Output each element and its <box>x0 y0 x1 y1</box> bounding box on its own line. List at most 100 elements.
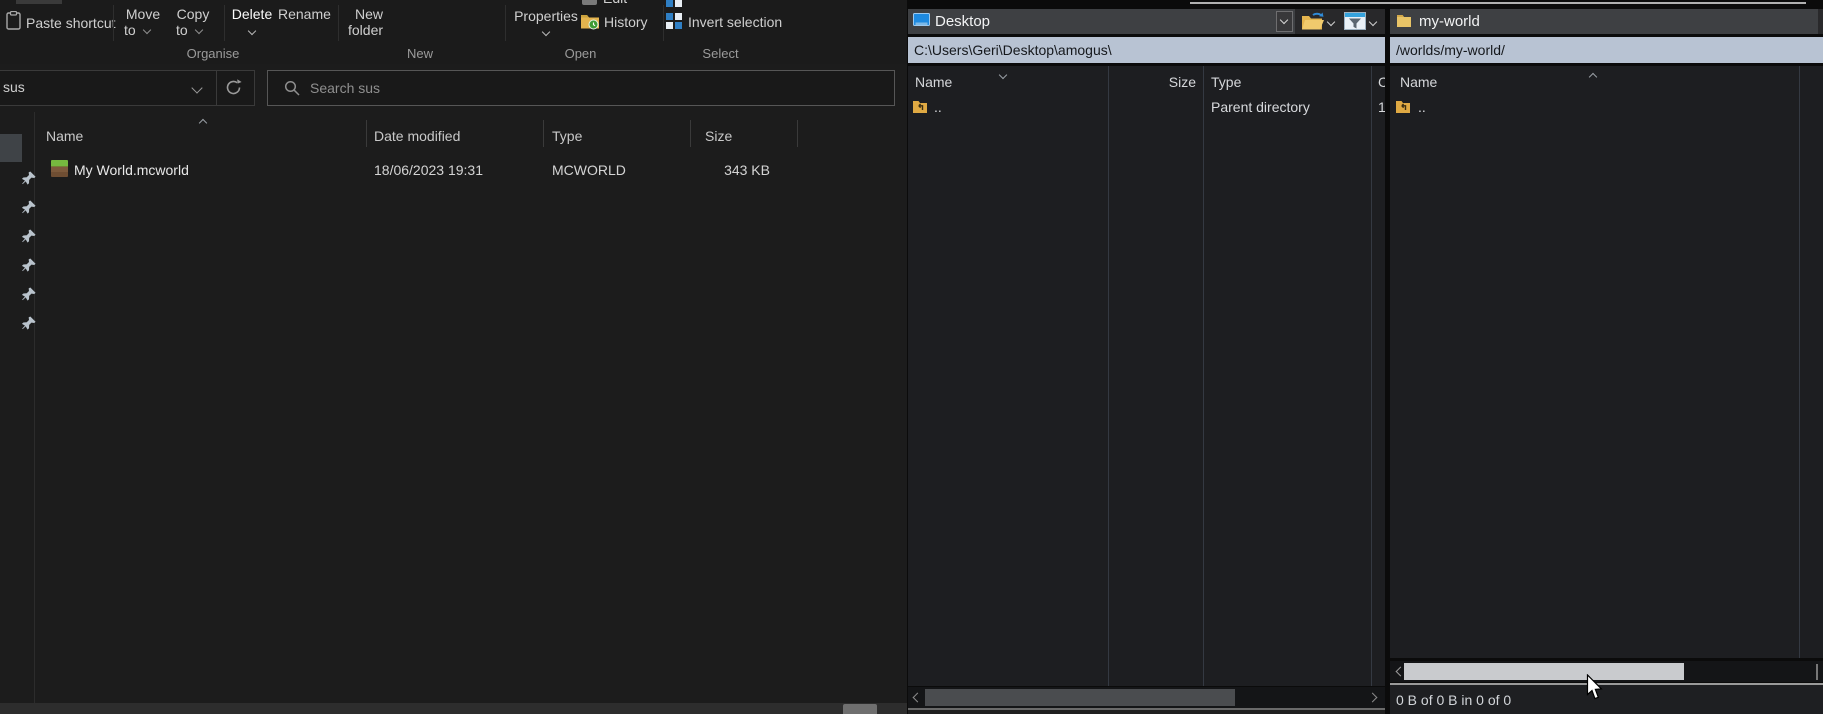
column-header-name[interactable]: Name <box>1400 74 1437 90</box>
scrollbar-end-cap <box>1816 664 1818 680</box>
pin-icon[interactable] <box>22 229 36 243</box>
chevron-down-icon <box>1369 18 1377 26</box>
remote-file-list[interactable]: Name .. <box>1390 66 1823 658</box>
chevron-down-icon <box>1327 18 1335 26</box>
address-path-fragment: sus <box>3 79 25 95</box>
remote-directory-label: my-world <box>1419 13 1480 30</box>
column-divider[interactable] <box>1799 66 1800 658</box>
pin-icon[interactable] <box>22 171 36 185</box>
scrollbar-thumb[interactable] <box>843 704 877 714</box>
file-type: MCWORLD <box>552 162 626 178</box>
column-header-changed-clipped[interactable]: C <box>1378 74 1385 90</box>
paste-shortcut-button[interactable]: Paste shortcut <box>2 8 106 38</box>
pin-icon[interactable] <box>22 258 36 272</box>
remote-directory-combobox[interactable]: my-world <box>1390 9 1823 34</box>
explorer-bottom-scrollbar[interactable] <box>0 703 907 714</box>
column-divider[interactable] <box>690 120 691 147</box>
scrollbar-thumb[interactable] <box>925 689 1235 706</box>
invert-selection-button[interactable]: Invert selection <box>664 12 794 34</box>
chevron-down-icon <box>542 28 550 36</box>
combobox-dropdown-button[interactable] <box>1276 11 1293 32</box>
rename-button[interactable]: Rename <box>278 4 334 22</box>
chevron-down-icon <box>1280 16 1288 24</box>
column-header-date-modified[interactable]: Date modified <box>374 128 460 144</box>
search-box[interactable] <box>267 70 895 106</box>
column-header-name[interactable]: Name <box>915 74 952 90</box>
row-name: .. <box>934 99 942 115</box>
explorer-column-headers: Name Date modified Type Size <box>35 116 895 150</box>
explorer-nav-row: sus <box>0 64 907 110</box>
remote-pane: my-world /worlds/my-world/ Name .. <box>1390 9 1823 714</box>
column-divider[interactable] <box>797 120 798 147</box>
local-toolbar: Desktop <box>908 9 1385 34</box>
remote-horizontal-scrollbar[interactable] <box>1390 661 1823 682</box>
open-folder-icon <box>1301 12 1324 31</box>
column-divider[interactable] <box>1371 66 1372 686</box>
desktop-icon <box>913 13 930 28</box>
ribbon-separator <box>113 5 114 41</box>
pin-icon[interactable] <box>22 316 36 330</box>
filter-button[interactable] <box>1342 10 1382 33</box>
edit-button-clipped[interactable]: Edit <box>582 0 652 10</box>
properties-button[interactable]: Properties <box>510 4 582 42</box>
new-folder-label-2: folder <box>348 22 383 38</box>
history-button[interactable]: History <box>578 10 658 36</box>
ribbon-separator <box>505 5 506 41</box>
ribbon-group-new: New <box>340 46 500 62</box>
local-file-list[interactable]: Name Size Type C .. Parent directory 1 <box>908 66 1385 686</box>
scroll-left-arrow-icon[interactable] <box>913 693 923 703</box>
local-directory-label: Desktop <box>935 13 990 30</box>
address-dropdown-chevron-icon[interactable] <box>191 82 202 93</box>
local-path-bar[interactable]: C:\Users\Geri\Desktop\amogus\ <box>908 37 1385 63</box>
minecraft-world-file-icon <box>51 160 68 177</box>
paste-shortcut-label: Paste shortcut <box>26 15 116 31</box>
column-header-type[interactable]: Type <box>1211 74 1241 90</box>
filter-icon <box>1344 12 1366 30</box>
row-changed-clipped: 1 <box>1378 99 1385 115</box>
column-divider[interactable] <box>543 120 544 147</box>
sort-indicator-icon <box>999 71 1007 79</box>
delete-button[interactable]: Delete <box>228 4 276 42</box>
local-horizontal-scrollbar[interactable] <box>908 687 1385 708</box>
invert-selection-icon <box>666 13 683 30</box>
address-bar[interactable]: sus <box>0 70 255 106</box>
column-divider[interactable] <box>1108 66 1109 686</box>
scroll-right-arrow-icon[interactable] <box>1368 693 1378 703</box>
refresh-icon[interactable] <box>224 78 243 97</box>
column-header-name[interactable]: Name <box>46 128 83 144</box>
copy-to-label-2: to <box>176 22 188 38</box>
parent-directory-row[interactable]: .. <box>1390 95 1823 120</box>
delete-label: Delete <box>228 6 276 22</box>
quick-access-selected-item[interactable] <box>0 134 22 162</box>
file-row[interactable]: My World.mcworld 18/06/2023 19:31 MCWORL… <box>35 156 895 184</box>
parent-folder-icon <box>1395 99 1411 114</box>
pin-icon[interactable] <box>22 287 36 301</box>
local-pane: Desktop <box>908 9 1385 714</box>
column-header-size[interactable]: Size <box>1122 74 1196 90</box>
pin-icon[interactable] <box>22 200 36 214</box>
new-folder-label-1: New <box>344 6 394 22</box>
local-statusbar-clipped <box>908 710 1385 714</box>
move-to-label-2: to <box>124 22 136 38</box>
column-divider[interactable] <box>366 120 367 147</box>
clipboard-icon <box>6 11 21 30</box>
ribbon-separator <box>224 5 225 41</box>
new-folder-button[interactable]: New folder <box>344 4 394 42</box>
local-directory-combobox[interactable]: Desktop <box>908 9 1295 34</box>
history-folder-icon <box>580 12 600 30</box>
clipped-ribbon-icon <box>16 0 62 4</box>
parent-directory-row[interactable]: .. Parent directory 1 <box>908 95 1385 120</box>
row-name: .. <box>1418 99 1426 115</box>
ribbon-separator <box>338 5 339 41</box>
scrollbar-thumb[interactable] <box>1404 663 1684 680</box>
open-directory-button[interactable] <box>1300 10 1340 33</box>
column-header-size[interactable]: Size <box>705 128 732 144</box>
search-input[interactable] <box>308 74 882 102</box>
column-header-type[interactable]: Type <box>552 128 582 144</box>
file-explorer-window: Paste shortcut Move to Copy to Delete <box>0 0 907 714</box>
remote-status-text: 0 B of 0 B in 0 of 0 <box>1396 692 1511 708</box>
copy-to-button[interactable]: Copy to <box>168 4 218 42</box>
move-to-button[interactable]: Move to <box>118 4 168 42</box>
remote-path-bar[interactable]: /worlds/my-world/ <box>1390 37 1823 63</box>
column-divider[interactable] <box>1203 66 1204 686</box>
